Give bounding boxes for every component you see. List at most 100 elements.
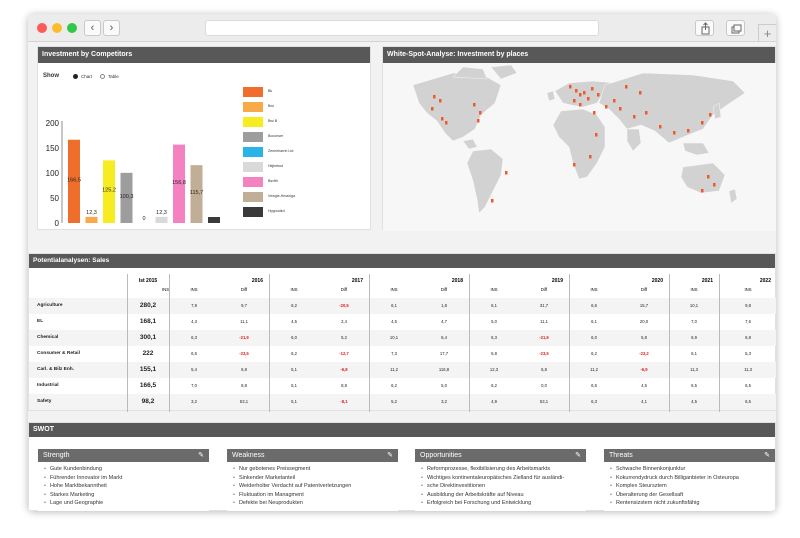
table-cell: 11,1 — [540, 319, 548, 324]
ist-value: 98,2 — [141, 398, 155, 405]
table-cell: 17,7 — [439, 351, 449, 356]
map-pin-icon[interactable] — [619, 107, 622, 111]
maximize-window-button[interactable] — [67, 23, 77, 33]
bar[interactable] — [208, 217, 220, 223]
minimize-window-button[interactable] — [52, 23, 62, 33]
table-cell: 7,0 — [191, 383, 197, 388]
table-cell: 7,0 — [691, 319, 697, 324]
legend-item[interactable]: Bwi — [243, 102, 363, 112]
map-pin-icon[interactable] — [583, 91, 586, 95]
column-divider — [127, 274, 128, 412]
table-radio[interactable] — [100, 74, 105, 79]
map-pin-icon[interactable] — [569, 85, 572, 89]
map-pin-icon[interactable] — [505, 171, 508, 175]
map-pin-icon[interactable] — [573, 99, 576, 103]
table-cell: 4,3 — [191, 319, 197, 324]
map-pin-icon[interactable] — [595, 133, 598, 137]
table-cell: 3,2 — [191, 399, 197, 404]
chart-radio[interactable] — [73, 74, 78, 79]
map-pin-icon[interactable] — [613, 99, 616, 103]
y-tick-label: 100 — [46, 169, 60, 178]
table-cell: 4,9 — [491, 399, 497, 404]
map-pin-icon[interactable] — [709, 113, 712, 117]
map-pin-icon[interactable] — [713, 183, 716, 187]
year-header: 2019 — [551, 278, 563, 284]
new-tab-button[interactable]: + — [758, 24, 776, 42]
table-cell: 2,4 — [341, 319, 347, 324]
share-icon — [701, 22, 710, 35]
map-pin-icon[interactable] — [439, 99, 442, 103]
legend-swatch — [243, 207, 263, 217]
legend-swatch — [243, 87, 263, 97]
table-radio-label: Table — [108, 73, 119, 79]
table-cell: 53,1 — [239, 399, 249, 404]
map-title: White-Spot-Analyse: Investment by places — [383, 47, 775, 63]
bar[interactable] — [85, 216, 98, 223]
map-pin-icon[interactable] — [673, 131, 676, 135]
table-cell: 12,3 — [489, 367, 499, 372]
diff-header: Diff — [440, 287, 448, 292]
edit-icon[interactable]: ✎ — [387, 449, 393, 462]
back-button[interactable]: ‹ — [84, 20, 101, 36]
ist-value: 168,1 — [139, 318, 157, 325]
legend-item[interactable]: Boconser — [243, 132, 363, 142]
table-cell: 6,2 — [291, 351, 297, 356]
map-pin-icon[interactable] — [591, 87, 594, 91]
map-pin-icon[interactable] — [433, 95, 436, 99]
map-pin-icon[interactable] — [625, 85, 628, 89]
legend-item[interactable]: Hpgrootkd — [243, 207, 363, 217]
swot-item: Führender Innovator im Markt — [44, 474, 209, 483]
map-pin-icon[interactable] — [687, 129, 690, 133]
table-cell: 10,1 — [389, 335, 399, 340]
map-pin-icon[interactable] — [431, 107, 434, 111]
legend-item[interactable]: Hkjbetsut — [243, 162, 363, 172]
swot-threats: Threats✎ Schwache BinnenkonjunkturKokurre… — [604, 449, 775, 511]
map-pin-icon[interactable] — [597, 93, 600, 97]
share-button[interactable] — [695, 20, 714, 36]
edit-icon[interactable]: ✎ — [764, 449, 770, 462]
table-cell: 5,1 — [291, 399, 297, 404]
legend-item[interactable]: Bk — [243, 87, 363, 97]
swot-heading: Threats ✎ — [604, 449, 775, 462]
sales-table: Ist 2015 INS 2016 INS Diff 2017 INS Diff 2018 INS… — [29, 268, 776, 412]
table-cell: 6,4 — [441, 335, 447, 340]
map-pin-icon[interactable] — [477, 119, 480, 123]
legend-item[interactable]: Zeeneharrin Ltd — [243, 147, 363, 157]
edit-icon[interactable]: ✎ — [575, 449, 581, 462]
map-pin-icon[interactable] — [575, 89, 578, 93]
map-pin-icon[interactable] — [645, 111, 648, 115]
map-pin-icon[interactable] — [587, 97, 590, 101]
tabs-button[interactable] — [726, 20, 745, 36]
map-pin-icon[interactable] — [701, 121, 704, 125]
swot-grid: Strength✎ Gute KundenbindungFührender Inn… — [29, 437, 776, 511]
map-pin-icon[interactable] — [701, 189, 704, 193]
map-pin-icon[interactable] — [633, 115, 636, 119]
map-pin-icon[interactable] — [441, 117, 444, 121]
map-pin-icon[interactable] — [605, 105, 608, 109]
map-pin-icon[interactable] — [579, 103, 582, 107]
legend-label: Hkjbetsut — [268, 164, 283, 168]
ist-value: 155,1 — [139, 366, 157, 373]
close-window-button[interactable] — [37, 23, 47, 33]
map-pin-icon[interactable] — [589, 155, 592, 159]
row-label: Carl. & Bilz Enh. — [37, 367, 75, 372]
bar[interactable] — [155, 216, 168, 223]
map-pin-icon[interactable] — [573, 163, 576, 167]
map-pin-icon[interactable] — [473, 103, 476, 107]
forward-button[interactable]: › — [103, 20, 120, 36]
legend-item[interactable]: Vewgie-Hmaxiga — [243, 192, 363, 202]
map-pin-icon[interactable] — [639, 91, 642, 95]
legend-swatch — [243, 117, 263, 127]
map-pin-icon[interactable] — [593, 111, 596, 115]
map-pin-icon[interactable] — [659, 125, 662, 129]
map-pin-icon[interactable] — [479, 111, 482, 115]
diff-header: Diff — [240, 287, 248, 292]
map-pin-icon[interactable] — [707, 175, 710, 179]
map-pin-icon[interactable] — [445, 121, 448, 125]
edit-icon[interactable]: ✎ — [198, 449, 204, 462]
map-pin-icon[interactable] — [491, 199, 494, 203]
address-bar[interactable] — [205, 20, 599, 36]
map-pin-icon[interactable] — [579, 93, 582, 97]
legend-item[interactable]: Bsvfth — [243, 177, 363, 187]
legend-item[interactable]: Bwi B — [243, 117, 363, 127]
